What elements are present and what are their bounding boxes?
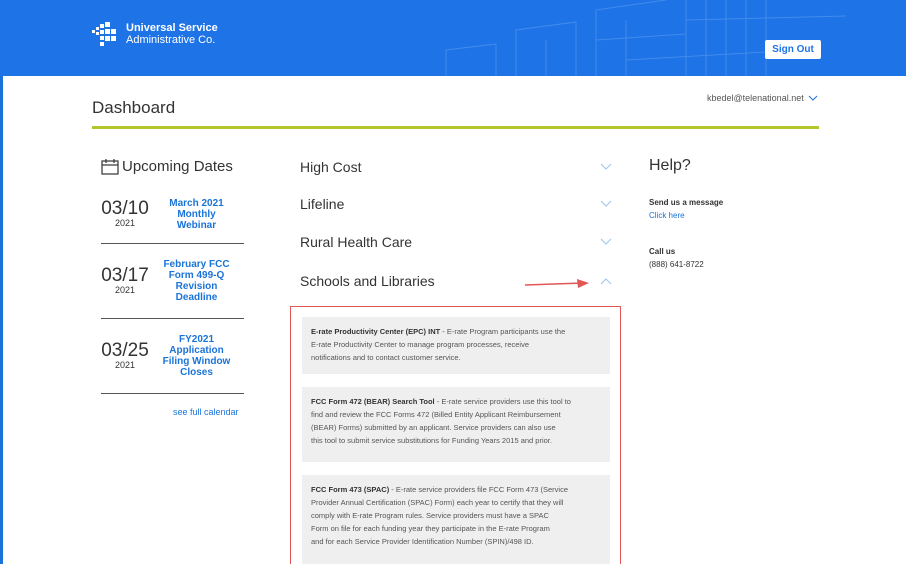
tool-card-bear[interactable]: FCC Form 472 (BEAR) Search Tool - E-rate…: [302, 387, 610, 462]
annotation-arrow-icon: [525, 279, 589, 288]
date-divider: [101, 243, 244, 244]
usac-logo[interactable]: Universal Service Administrative Co.: [92, 22, 218, 46]
support-phone-number: (888) 641-8722: [649, 260, 704, 269]
event-line: February FCC: [163, 259, 230, 270]
upcoming-dates-title: Upcoming Dates: [122, 158, 233, 175]
send-message-label: Send us a message: [649, 198, 724, 207]
accordion-label: Schools and Libraries: [300, 273, 435, 289]
card-title: E-rate Productivity Center (EPC) INT: [311, 327, 441, 336]
card-title: FCC Form 473 (SPAC): [311, 485, 390, 494]
sign-out-button[interactable]: Sign Out: [765, 40, 821, 59]
tool-card-epc[interactable]: E-rate Productivity Center (EPC) INT - E…: [302, 317, 610, 374]
org-name-line2: Administrative Co.: [126, 34, 216, 46]
card-text: E-rate Productivity Center to manage pro…: [311, 340, 530, 349]
upcoming-date-item: 03/17 2021 February FCC Form 499-Q Revis…: [101, 257, 244, 305]
title-divider: [92, 126, 819, 129]
card-text: notifications and to contact customer se…: [311, 353, 461, 362]
user-account-menu[interactable]: kbedel@telenational.net: [707, 93, 818, 103]
header-decoration: [445, 0, 846, 76]
usac-logo-text: Universal Service Administrative Co.: [126, 22, 218, 46]
accordion-high-cost[interactable]: High Cost: [300, 155, 618, 179]
org-name-line1: Universal Service: [126, 22, 218, 34]
card-title: FCC Form 472 (BEAR) Search Tool: [311, 397, 435, 406]
upcoming-dates-heading: Upcoming Dates: [101, 158, 233, 175]
date-month-day: 03/10: [101, 198, 149, 219]
upcoming-date-item: 03/10 2021 March 2021 Monthly Webinar: [101, 195, 244, 233]
event-line: Form 499-Q: [168, 270, 225, 281]
card-text: E-rate service providers use this tool t…: [441, 397, 571, 406]
chevron-down-icon: [808, 95, 818, 101]
card-text: E-rate Program participants use the: [446, 327, 566, 336]
event-line: Revision: [175, 281, 218, 292]
date-month-day: 03/25: [101, 340, 149, 361]
calendar-icon: [101, 159, 119, 175]
card-text: comply with E-rate Program rules. Servic…: [311, 511, 549, 520]
date-divider: [101, 393, 244, 394]
call-us-label: Call us: [649, 247, 676, 256]
date-event-link[interactable]: March 2021 Monthly Webinar: [149, 198, 244, 231]
schools-libraries-panel: E-rate Productivity Center (EPC) INT - E…: [290, 306, 621, 564]
date-number: 03/10 2021: [101, 198, 149, 228]
date-month-day: 03/17: [101, 265, 149, 286]
date-event-link[interactable]: FY2021 Application Filing Window Closes: [149, 334, 244, 378]
event-line: Closes: [180, 367, 213, 378]
window-left-border: [0, 0, 3, 564]
date-number: 03/17 2021: [101, 265, 149, 295]
card-text: Provider Annual Certification (SPAC) For…: [311, 498, 564, 507]
event-line: Deadline: [175, 292, 218, 303]
see-full-calendar-link[interactable]: see full calendar: [173, 407, 239, 417]
card-text: and for each Service Provider Identifica…: [311, 537, 534, 546]
chevron-down-icon: [600, 163, 612, 170]
accordion-label: Rural Health Care: [300, 234, 413, 250]
usac-logo-icon: [92, 22, 118, 46]
event-line: FY2021: [178, 334, 215, 345]
card-text: E-rate service providers file FCC Form 4…: [395, 485, 569, 494]
accordion-label: Lifeline: [300, 196, 345, 212]
event-line: Application: [169, 345, 224, 356]
card-text: this tool to submit service substitution…: [311, 436, 552, 445]
date-year: 2021: [114, 285, 136, 295]
card-text: find and review the FCC Forms 472 (Bille…: [311, 410, 561, 419]
chevron-down-icon: [600, 200, 612, 207]
upcoming-date-item: 03/25 2021 FY2021 Application Filing Win…: [101, 332, 244, 380]
site-header: Universal Service Administrative Co. Sig…: [0, 0, 906, 76]
date-year: 2021: [114, 360, 136, 370]
date-year: 2021: [114, 218, 136, 228]
accordion-lifeline[interactable]: Lifeline: [300, 192, 618, 216]
card-text: (BEAR) Forms) submitted by an applicant.…: [311, 423, 556, 432]
chevron-down-icon: [600, 238, 612, 245]
chevron-up-icon: [600, 278, 612, 285]
date-event-link[interactable]: February FCC Form 499-Q Revision Deadlin…: [149, 259, 244, 303]
date-divider: [101, 318, 244, 319]
event-line: Monthly: [177, 208, 216, 220]
event-line: Webinar: [176, 219, 217, 231]
accordion-rural-health-care[interactable]: Rural Health Care: [300, 230, 618, 254]
card-text: Form on file for each funding year they …: [311, 524, 550, 533]
page-title: Dashboard: [92, 98, 176, 117]
help-title: Help?: [649, 157, 691, 174]
user-email: kbedel@telenational.net: [707, 93, 804, 103]
accordion-label: High Cost: [300, 159, 362, 175]
event-line: Filing Window: [162, 356, 231, 367]
date-number: 03/25 2021: [101, 340, 149, 370]
tool-card-spac[interactable]: FCC Form 473 (SPAC) - E-rate service pro…: [302, 475, 610, 564]
event-line: March 2021: [169, 197, 224, 209]
contact-click-here-link[interactable]: Click here: [649, 211, 685, 220]
